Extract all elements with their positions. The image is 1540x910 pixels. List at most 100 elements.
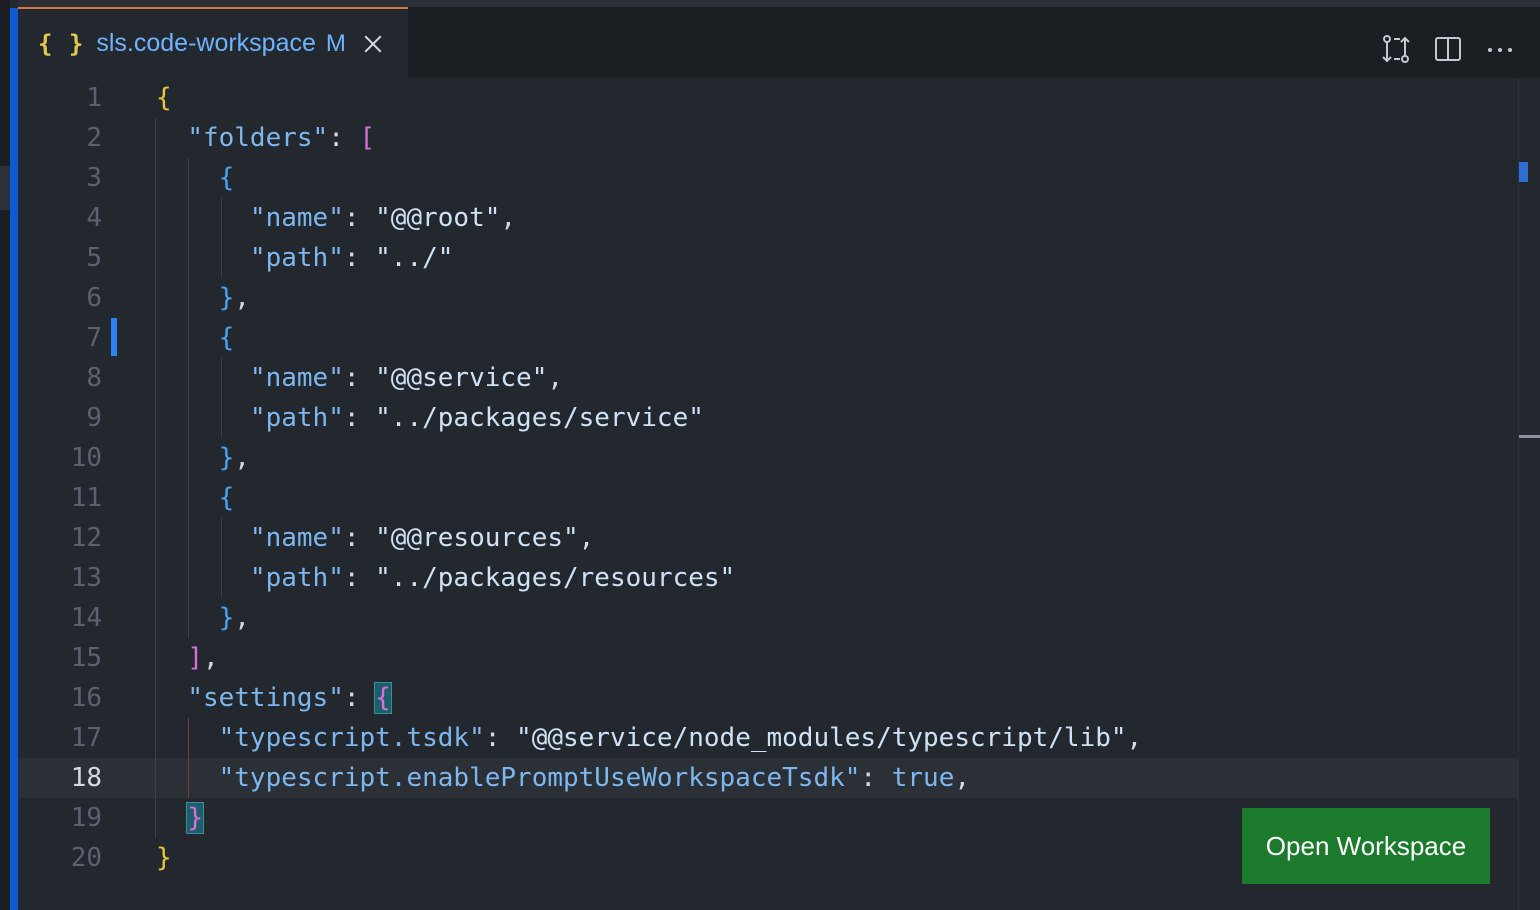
open-workspace-button[interactable]: Open Workspace	[1242, 808, 1490, 884]
line-code: {	[156, 318, 235, 358]
code-line[interactable]: 3 {	[18, 158, 1518, 198]
line-code: "typescript.tsdk": "@@service/node_modul…	[156, 718, 1143, 758]
code-token: :	[860, 763, 892, 793]
code-token: }	[186, 802, 204, 834]
code-line[interactable]: 9 "path": "../packages/service"	[18, 398, 1518, 438]
line-code: "settings": {	[156, 678, 392, 718]
overview-cursor-marker	[1519, 435, 1540, 438]
code-token: :	[328, 123, 360, 153]
code-line[interactable]: 17 "typescript.tsdk": "@@service/node_mo…	[18, 718, 1518, 758]
code-token: ,	[234, 603, 250, 633]
line-code: {	[156, 78, 172, 118]
line-code: "path": "../"	[156, 238, 454, 278]
overview-ruler[interactable]	[1518, 78, 1540, 910]
code-token: [	[359, 123, 376, 153]
code-token: "@@service/node_modules/typescript/lib"	[516, 723, 1127, 753]
indent-guide	[188, 158, 189, 638]
line-code: }	[156, 838, 172, 878]
code-token: :	[343, 243, 376, 273]
code-token: "folders"	[187, 123, 329, 153]
code-token: {	[218, 483, 235, 513]
code-line[interactable]: 1{	[18, 78, 1518, 118]
line-number: 11	[70, 483, 102, 513]
line-number: 1	[86, 83, 102, 113]
activity-edge	[0, 0, 10, 910]
code-token: :	[343, 363, 376, 393]
more-actions-icon[interactable]	[1484, 33, 1516, 65]
line-number: 8	[86, 363, 102, 393]
modified-line-marker	[111, 318, 117, 356]
tab-sls-code-workspace[interactable]: { } sls.code-workspace M	[18, 7, 408, 78]
line-number: 19	[70, 803, 102, 833]
code-token: "path"	[249, 563, 344, 593]
code-token: "path"	[249, 403, 344, 433]
line-number: 15	[70, 643, 102, 673]
indent-guide	[221, 198, 222, 278]
code-editor[interactable]: 20} 19 } 18 "typescript.enablePromptUseWor…	[18, 78, 1518, 910]
line-number: 14	[70, 603, 102, 633]
line-code: },	[156, 598, 250, 638]
code-token: {	[218, 323, 235, 353]
code-line[interactable]: 13 "path": "../packages/resources"	[18, 558, 1518, 598]
json-file-icon: { }	[38, 29, 85, 58]
code-token: "@@root"	[375, 203, 501, 233]
code-line[interactable]: 16 "settings": {	[18, 678, 1518, 718]
line-code: {	[156, 158, 235, 198]
code-line[interactable]: 11 {	[18, 478, 1518, 518]
line-code: }	[156, 798, 204, 838]
code-token: }	[218, 603, 235, 633]
code-token: {	[218, 163, 235, 193]
code-token: :	[343, 683, 376, 713]
code-line[interactable]: 12 "name": "@@resources",	[18, 518, 1518, 558]
code-token: ,	[234, 283, 250, 313]
close-icon[interactable]	[362, 33, 384, 55]
line-number: 12	[70, 523, 102, 553]
code-token: "typescript.enablePromptUseWorkspaceTsdk…	[218, 763, 861, 793]
code-token: ,	[954, 763, 971, 793]
code-line[interactable]: 10 },	[18, 438, 1518, 478]
tab-filename: sls.code-workspace	[96, 29, 316, 57]
line-code: "path": "../packages/service"	[156, 398, 704, 438]
code-line[interactable]: 18 "typescript.enablePromptUseWorkspaceT…	[18, 758, 1518, 798]
line-code: {	[156, 478, 235, 518]
code-token: "@@resources"	[375, 523, 579, 553]
code-line[interactable]: 6 },	[18, 278, 1518, 318]
line-number: 4	[86, 203, 102, 233]
code-line[interactable]: 8 "name": "@@service",	[18, 358, 1518, 398]
code-line[interactable]: 4 "name": "@@root",	[18, 198, 1518, 238]
line-number: 13	[70, 563, 102, 593]
modified-badge: M	[325, 29, 346, 57]
code-token: "settings"	[187, 683, 344, 713]
compare-changes-icon[interactable]	[1380, 33, 1412, 65]
code-line[interactable]: 2 "folders": [	[18, 118, 1518, 158]
code-line[interactable]: 5 "path": "../"	[18, 238, 1518, 278]
editor-window: { } sls.code-workspace M 20} 19 } 18 "ty…	[0, 0, 1540, 910]
code-token: "@@service"	[375, 363, 548, 393]
line-number: 6	[86, 283, 102, 313]
code-token: "name"	[249, 203, 344, 233]
line-number: 18	[70, 763, 102, 793]
code-token: }	[218, 443, 235, 473]
code-token: :	[343, 203, 376, 233]
code-token: }	[218, 283, 235, 313]
line-code: },	[156, 278, 250, 318]
line-number: 5	[86, 243, 102, 273]
code-line[interactable]: 15 ],	[18, 638, 1518, 678]
line-code: "typescript.enablePromptUseWorkspaceTsdk…	[156, 758, 970, 798]
split-editor-icon[interactable]	[1432, 33, 1464, 65]
code-token: "path"	[249, 243, 344, 273]
code-token: "typescript.tsdk"	[218, 723, 485, 753]
code-token: }	[156, 843, 172, 873]
code-token: ,	[202, 643, 219, 673]
code-line[interactable]: 7 {	[18, 318, 1518, 358]
line-number: 7	[86, 323, 102, 353]
code-token: "../packages/resources"	[375, 563, 736, 593]
line-number: 3	[86, 163, 102, 193]
code-line[interactable]: 14 },	[18, 598, 1518, 638]
